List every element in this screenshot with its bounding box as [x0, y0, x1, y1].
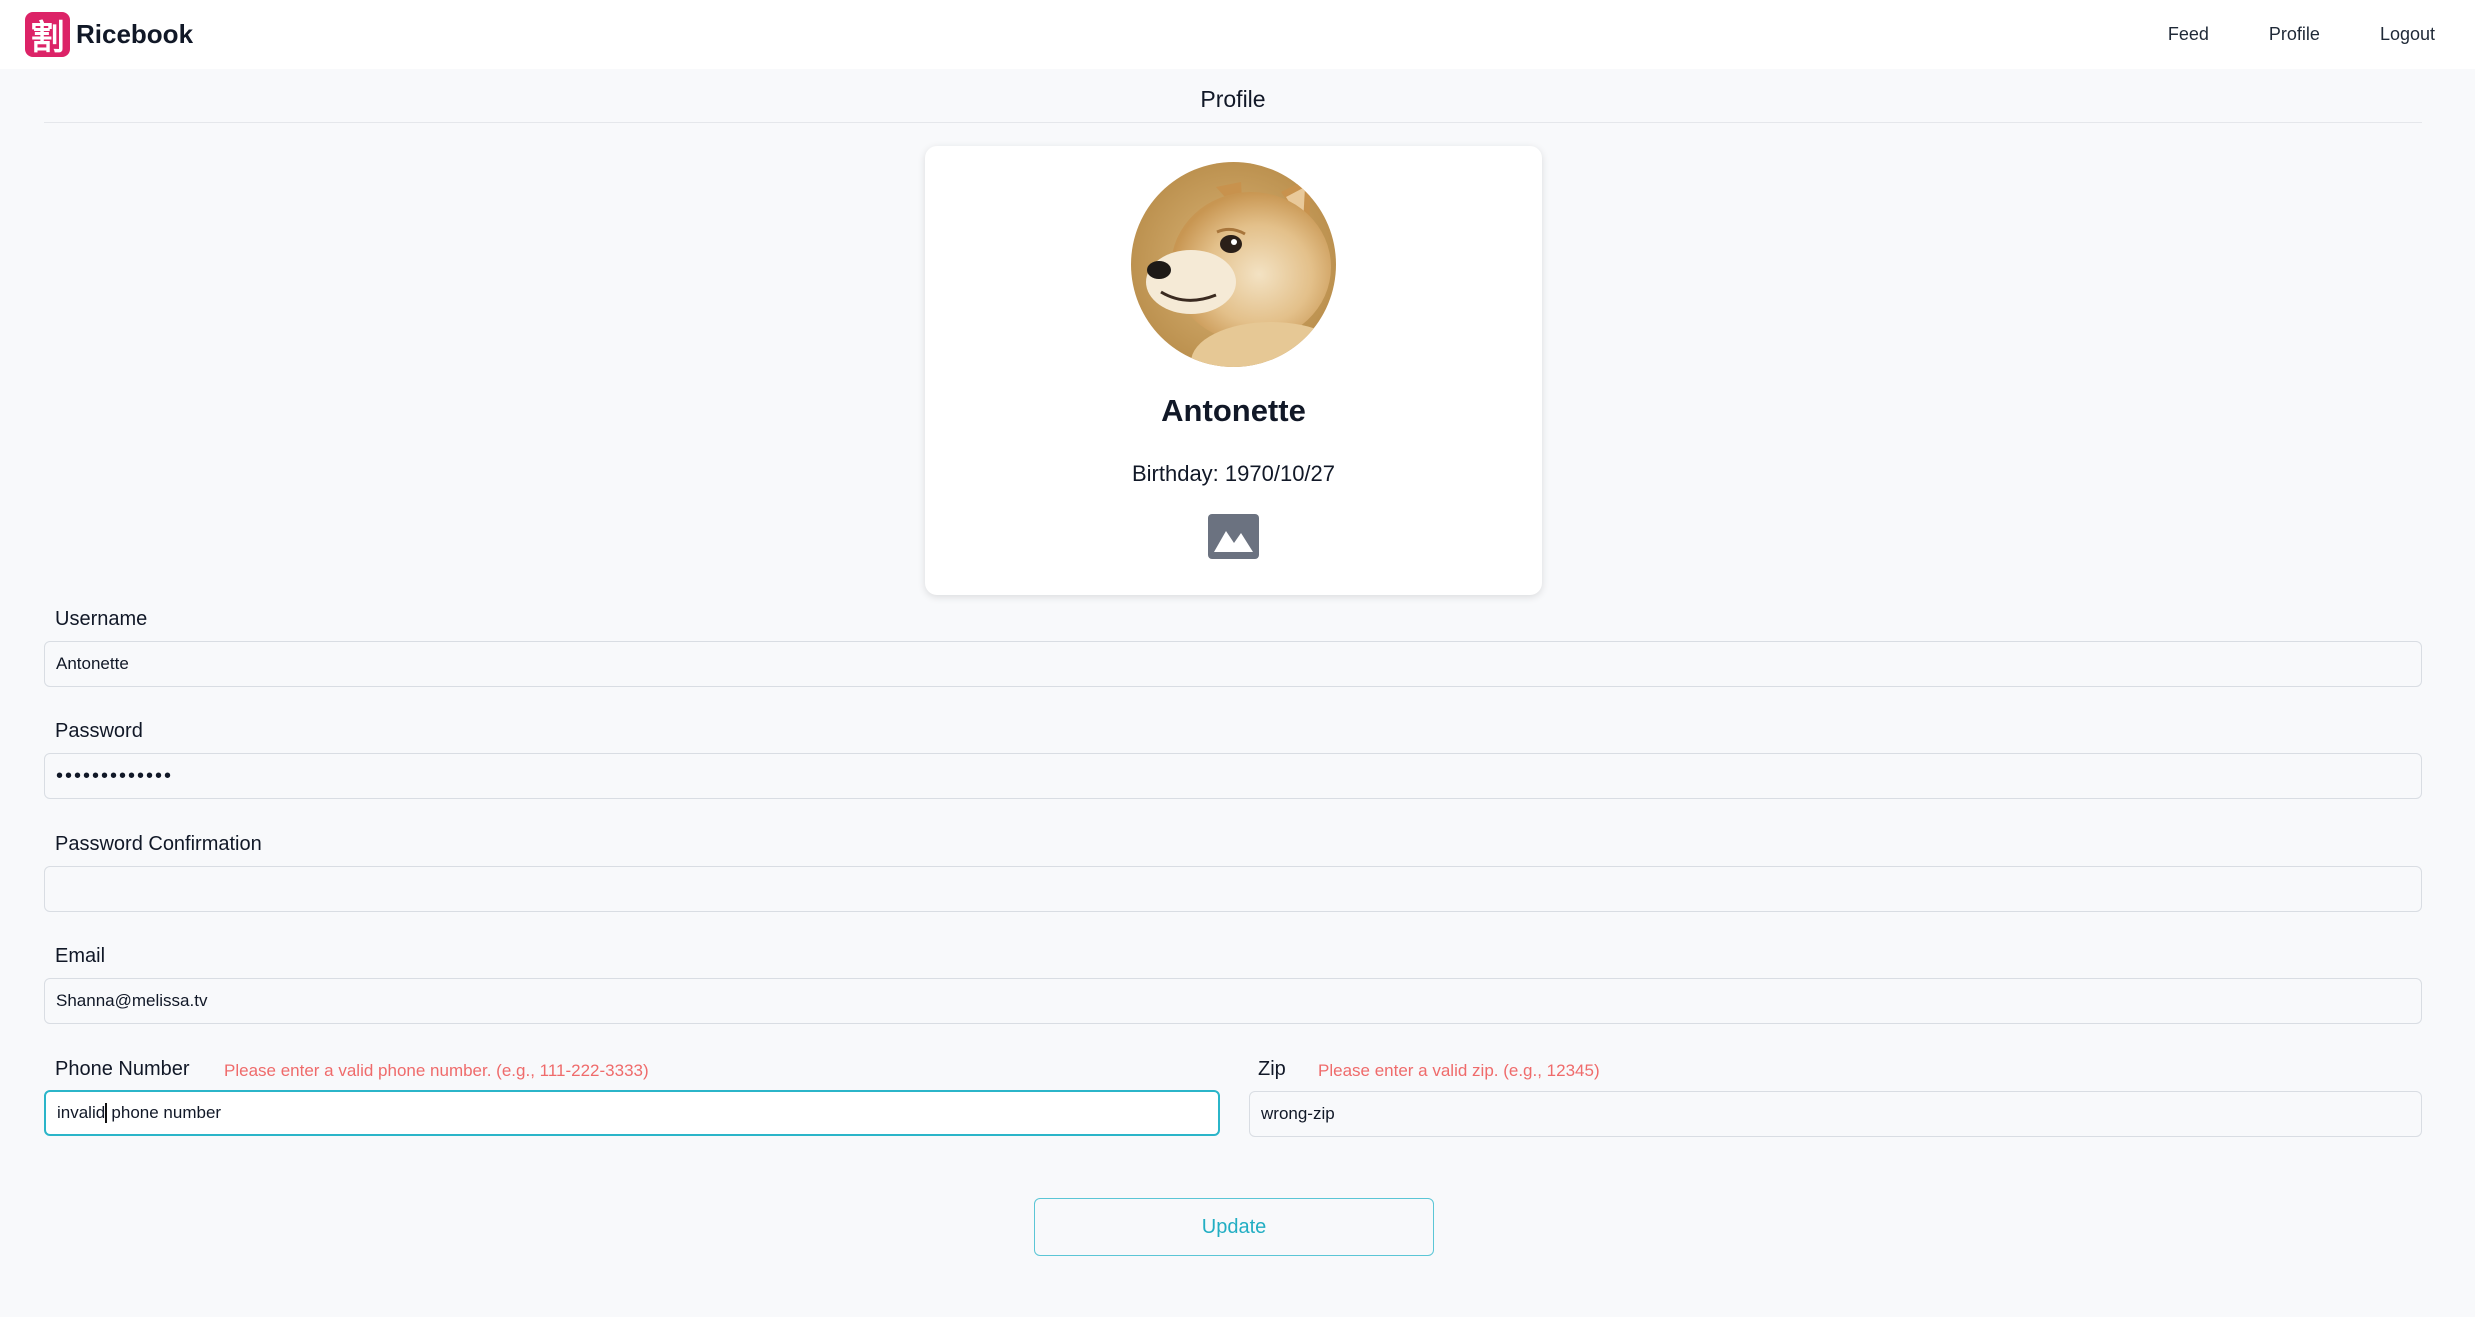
password-value: •••••••••••••	[56, 764, 174, 787]
page-title: Profile	[44, 86, 2422, 123]
username-input[interactable]: Antonette	[44, 641, 2422, 687]
email-input[interactable]: Shanna@melissa.tv	[44, 978, 2422, 1024]
password-confirmation-input[interactable]	[44, 866, 2422, 912]
email-label: Email	[55, 945, 106, 967]
update-button[interactable]: Update	[1034, 1198, 1434, 1256]
brand-name: Ricebook	[76, 19, 194, 49]
phone-input[interactable]: invalid phone number	[44, 1090, 1220, 1136]
phone-value-after-caret: phone number	[106, 1103, 222, 1122]
zip-label: Zip	[1258, 1058, 1286, 1080]
avatar	[1131, 162, 1336, 367]
top-navbar: 割 Ricebook Feed Profile Logout	[0, 0, 2475, 69]
username-value: Antonette	[56, 654, 129, 673]
brand[interactable]: 割 Ricebook	[25, 12, 194, 58]
doge-avatar-image	[1131, 162, 1336, 367]
brand-logo-icon: 割	[25, 12, 70, 58]
upload-image-button[interactable]	[1208, 514, 1259, 559]
image-icon	[1208, 514, 1259, 559]
phone-error-message: Please enter a valid phone number. (e.g.…	[224, 1061, 649, 1080]
password-input[interactable]: •••••••••••••	[44, 753, 2422, 799]
profile-name: Antonette	[1161, 393, 1306, 428]
zip-input[interactable]: wrong-zip	[1249, 1091, 2422, 1137]
phone-label: Phone Number	[55, 1058, 190, 1080]
zip-error-message: Please enter a valid zip. (e.g., 12345)	[1318, 1061, 1600, 1080]
email-value: Shanna@melissa.tv	[56, 991, 208, 1010]
nav-logout-link[interactable]: Logout	[2380, 24, 2435, 45]
password-label: Password	[55, 720, 143, 742]
profile-birthday: Birthday: 1970/10/27	[1131, 461, 1336, 486]
phone-value-before-caret: invalid	[57, 1103, 106, 1122]
username-label: Username	[55, 608, 148, 630]
nav-profile-link[interactable]: Profile	[2269, 24, 2320, 45]
password-confirmation-label: Password Confirmation	[55, 833, 262, 855]
zip-value: wrong-zip	[1261, 1104, 1335, 1123]
nav-feed-link[interactable]: Feed	[2168, 24, 2209, 45]
nav-links: Feed Profile Logout	[2108, 24, 2435, 45]
profile-card: Antonette Birthday: 1970/10/27	[925, 146, 1542, 595]
